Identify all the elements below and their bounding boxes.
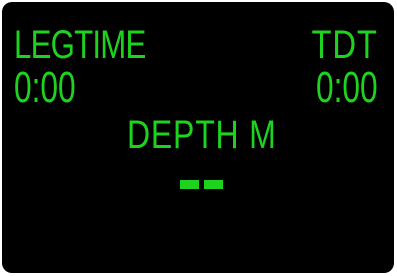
- depth-dash: [180, 180, 199, 189]
- legtime-label: LEGTIME: [14, 23, 146, 67]
- tdt-label: TDT: [311, 23, 378, 67]
- depth-value: [180, 180, 224, 190]
- tdt-value: 0:00: [316, 63, 378, 112]
- depth-label: DEPTH M: [127, 113, 277, 157]
- dive-computer-screen: LEGTIME 0:00 TDT 0:00 DEPTH M: [2, 2, 394, 273]
- depth-dash: [204, 180, 223, 189]
- legtime-value: 0:00: [14, 63, 76, 112]
